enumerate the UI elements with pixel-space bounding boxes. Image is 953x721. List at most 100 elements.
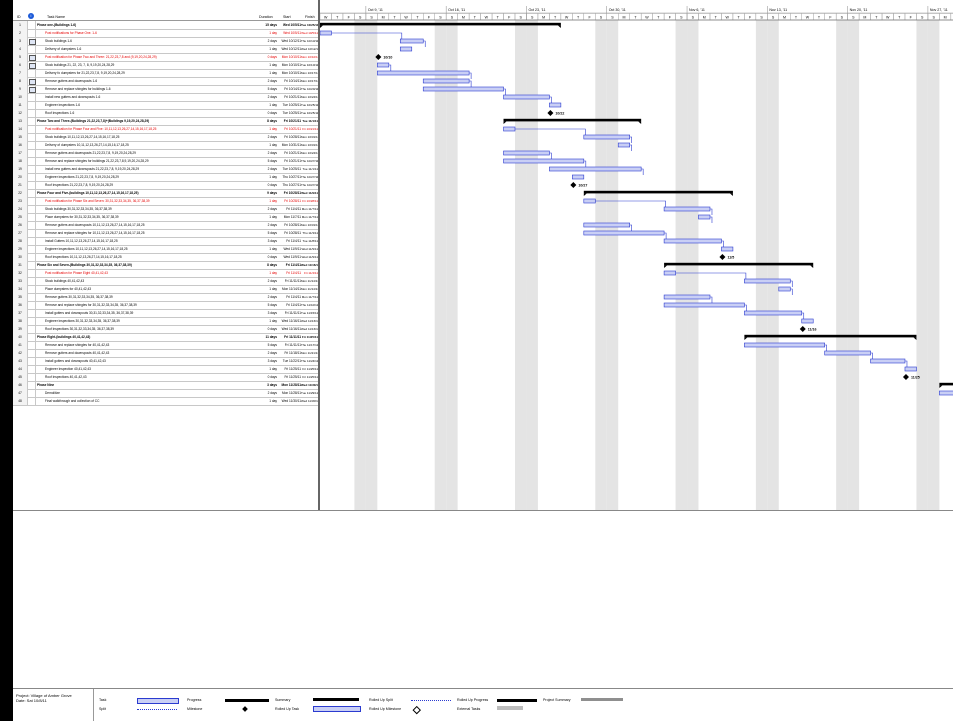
gantt-chart: Oct 9, '11 Oct 16, '11 Oct 23, '11 Oct 30, … <box>319 0 953 515</box>
info-icon[interactable]: i <box>28 13 34 19</box>
task-bar[interactable] <box>503 94 550 100</box>
row-id: 41 <box>13 341 28 349</box>
row-start: Wed 11/30/11 <box>281 399 301 403</box>
milestone-diamond[interactable] <box>719 254 726 260</box>
task-bar[interactable] <box>870 358 906 364</box>
note-icon[interactable] <box>28 87 36 93</box>
row-indicator <box>27 29 36 37</box>
table-row[interactable]: 48 Final walkthrough and collection of CC… <box>13 397 319 406</box>
legend-rolled-split-label: Rolled Up Split <box>369 698 393 702</box>
row-id: 16 <box>13 141 28 149</box>
task-bar[interactable] <box>801 318 814 324</box>
row-task-name: Remove and replace shingles for building… <box>45 87 111 91</box>
summary-bar-end-left <box>744 337 748 340</box>
task-bar[interactable] <box>422 78 470 84</box>
pane-divider <box>13 510 953 511</box>
task-bar[interactable] <box>377 62 390 68</box>
note-icon[interactable] <box>28 79 36 85</box>
summary-bar-end-right <box>557 25 561 28</box>
task-bar[interactable] <box>939 390 953 396</box>
task-bar[interactable] <box>503 126 516 132</box>
summary-bar[interactable] <box>664 262 814 266</box>
task-bar[interactable] <box>824 350 871 356</box>
summary-bar-end-right <box>638 121 642 124</box>
task-bar[interactable] <box>721 246 734 252</box>
row-task-name: Phase Nine <box>37 383 55 387</box>
row-start: Mon 10/31/11 <box>281 143 301 147</box>
milestone-label: 10/27 <box>578 183 587 187</box>
task-bar[interactable] <box>399 46 413 52</box>
note-icon[interactable] <box>28 39 36 45</box>
milestone-diamond[interactable] <box>902 374 909 380</box>
task-bar[interactable] <box>583 222 630 228</box>
summary-bar[interactable] <box>583 190 733 194</box>
task-bar[interactable] <box>583 230 665 236</box>
task-bar[interactable] <box>744 278 791 284</box>
row-finish: Mon 10/31/11 <box>301 223 320 227</box>
row-id: 18 <box>13 157 28 165</box>
note-icon[interactable] <box>28 63 36 69</box>
task-bar[interactable] <box>583 134 630 140</box>
summary-bar[interactable] <box>939 382 953 386</box>
row-duration: 1 day <box>269 103 277 107</box>
task-bar[interactable] <box>663 238 722 244</box>
legend-progress-label: Progress <box>187 698 202 702</box>
summary-bar[interactable] <box>744 334 917 338</box>
row-start: Fri 10/28/11 <box>283 191 301 195</box>
row-id: 9 <box>13 85 28 93</box>
legend-task-label: Task <box>99 698 107 702</box>
task-bar[interactable] <box>422 86 504 92</box>
task-bar[interactable] <box>904 366 917 372</box>
task-bar[interactable] <box>549 102 562 108</box>
milestone-diamond[interactable] <box>570 182 577 188</box>
row-indicator <box>27 133 36 141</box>
milestone-label: 11/25 <box>911 375 920 379</box>
summary-bar[interactable] <box>320 22 561 26</box>
task-bar[interactable] <box>617 142 630 148</box>
row-finish: Thu 10/27/11 <box>301 175 319 179</box>
row-indicator <box>27 197 36 205</box>
row-start: Fri 10/21/11 <box>284 151 301 155</box>
row-finish: Mon 11/7/11 <box>301 207 318 211</box>
row-indicator <box>27 141 36 149</box>
task-bar[interactable] <box>744 310 803 316</box>
weekend-shade <box>446 20 458 510</box>
task-bar[interactable] <box>663 270 676 276</box>
row-task-name: Post notification for Phase Eight 40,41,… <box>45 271 108 275</box>
task-bar[interactable] <box>377 70 470 76</box>
task-bar[interactable] <box>698 214 711 220</box>
row-start: Wed 10/12/11 <box>281 39 301 43</box>
row-duration: 2 days <box>267 207 277 211</box>
row-id: 40 <box>13 333 28 341</box>
row-finish: Mon 10/31/11 <box>301 143 320 147</box>
summary-bar-end-right <box>810 265 814 268</box>
task-bar[interactable] <box>572 174 585 180</box>
row-duration: 2 days <box>267 135 277 139</box>
weekend-shade <box>606 20 619 510</box>
task-bar[interactable] <box>778 286 791 292</box>
task-bar[interactable] <box>583 198 596 204</box>
row-finish: Thu 10/20/11 <box>301 87 319 91</box>
summary-bar[interactable] <box>503 118 642 122</box>
milestone-diamond[interactable] <box>547 110 554 116</box>
legend-summary-label: Summary <box>275 698 291 702</box>
task-bar[interactable] <box>663 302 745 308</box>
task-bar[interactable] <box>399 38 424 44</box>
row-id: 19 <box>13 165 28 173</box>
row-id: 39 <box>13 325 28 333</box>
task-bar[interactable] <box>549 166 642 172</box>
dependency-link <box>629 144 632 151</box>
row-duration: 3 days <box>267 359 277 363</box>
task-bar[interactable] <box>744 342 825 348</box>
task-bar[interactable] <box>503 158 585 164</box>
row-duration: 0 days <box>267 111 277 115</box>
milestone-diamond[interactable] <box>799 326 806 332</box>
row-indicator <box>27 365 36 373</box>
task-bar[interactable] <box>503 150 550 156</box>
row-indicator <box>27 93 36 101</box>
row-duration: 1 day <box>269 127 277 131</box>
task-bar[interactable] <box>319 30 332 36</box>
task-bar[interactable] <box>663 206 711 212</box>
task-bar[interactable] <box>663 294 711 300</box>
note-icon[interactable] <box>28 55 36 61</box>
